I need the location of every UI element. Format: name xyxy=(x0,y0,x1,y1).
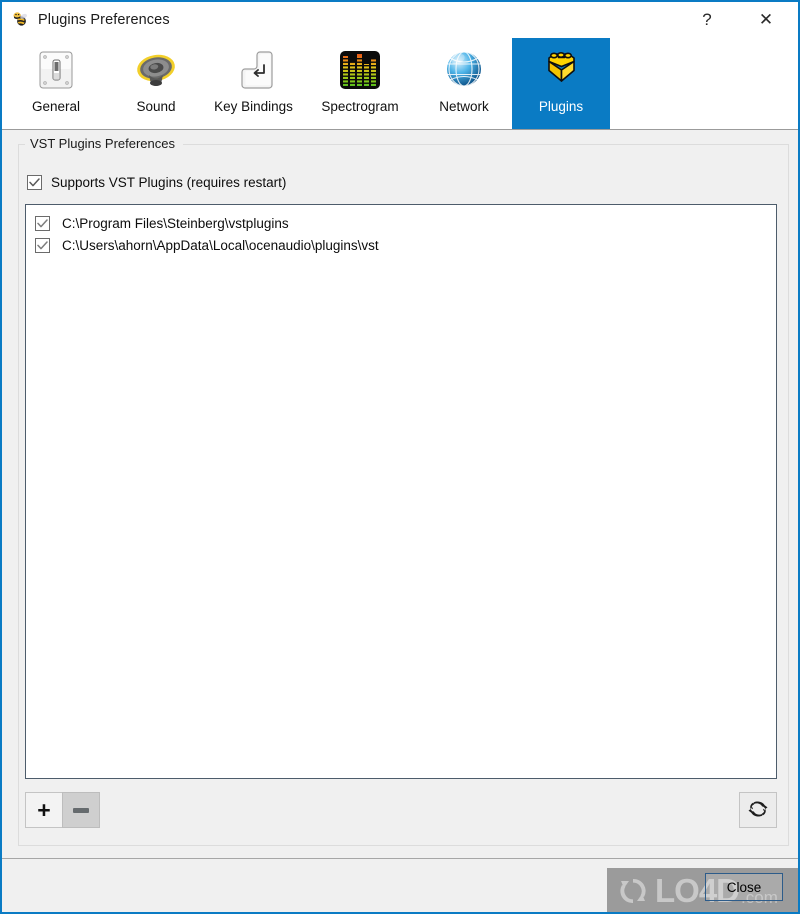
path-checkbox[interactable] xyxy=(35,237,50,253)
remove-path-button[interactable] xyxy=(62,792,100,828)
groupbox-title: VST Plugins Preferences xyxy=(27,136,178,151)
tab-label: Spectrogram xyxy=(321,99,399,114)
path-label: C:\Program Files\Steinberg\vstplugins xyxy=(62,215,289,231)
tab-label: Network xyxy=(439,99,489,114)
supports-vst-checkbox[interactable] xyxy=(27,175,42,190)
tab-spectrogram[interactable]: Spectrogram xyxy=(309,38,411,129)
minus-icon xyxy=(73,807,89,813)
preferences-content-pane: VST Plugins Preferences Supports VST Plu… xyxy=(2,131,798,858)
close-button[interactable]: Close xyxy=(705,873,783,901)
lego-brick-icon xyxy=(535,44,587,96)
preferences-tab-strip: General Sound Key Bindings Spectrogram N… xyxy=(2,38,798,130)
supports-vst-label: Supports VST Plugins (requires restart) xyxy=(51,175,287,190)
spectrogram-bars-icon xyxy=(334,44,386,96)
tab-label: Key Bindings xyxy=(214,99,293,114)
close-button-label: Close xyxy=(726,879,762,895)
help-icon: ? xyxy=(702,9,712,29)
plugins-preferences-window: Plugins Preferences ? ✕ General Sound Ke… xyxy=(0,0,800,914)
light-switch-icon xyxy=(30,44,82,96)
globe-icon xyxy=(438,44,490,96)
tab-plugins[interactable]: Plugins xyxy=(512,38,610,129)
path-checkbox[interactable] xyxy=(35,215,50,231)
tab-label: Plugins xyxy=(538,99,584,114)
tab-network[interactable]: Network xyxy=(414,38,514,129)
title-bar: Plugins Preferences ? ✕ xyxy=(2,2,798,38)
watermark-logo-icon xyxy=(615,875,651,907)
supports-vst-row[interactable]: Supports VST Plugins (requires restart) xyxy=(27,175,286,190)
tab-sound[interactable]: Sound xyxy=(106,38,206,129)
close-icon: ✕ xyxy=(758,9,774,29)
refresh-plugins-button[interactable] xyxy=(739,792,777,828)
list-item[interactable]: C:\Users\ahorn\AppData\Local\ocenaudio\p… xyxy=(26,234,776,256)
speaker-icon xyxy=(130,44,182,96)
tab-label: Sound xyxy=(136,99,176,114)
plugin-paths-listbox[interactable]: C:\Program Files\Steinberg\vstplugins C:… xyxy=(25,204,777,779)
tab-key-bindings[interactable]: Key Bindings xyxy=(206,38,301,129)
close-window-button[interactable]: ✕ xyxy=(743,2,789,36)
list-item[interactable]: C:\Program Files\Steinberg\vstplugins xyxy=(26,212,776,234)
tab-label: General xyxy=(31,99,81,114)
bee-icon xyxy=(10,10,30,30)
enter-key-icon xyxy=(228,44,280,96)
add-path-button[interactable]: + xyxy=(25,792,63,828)
refresh-arrows-icon xyxy=(746,797,770,824)
plus-icon: + xyxy=(37,796,51,823)
groupbox-border-right xyxy=(183,144,789,145)
help-button[interactable]: ? xyxy=(684,2,730,36)
window-title: Plugins Preferences xyxy=(38,12,170,28)
groupbox-border-left xyxy=(18,144,25,145)
path-label: C:\Users\ahorn\AppData\Local\ocenaudio\p… xyxy=(62,237,379,253)
tab-general[interactable]: General xyxy=(6,38,106,129)
